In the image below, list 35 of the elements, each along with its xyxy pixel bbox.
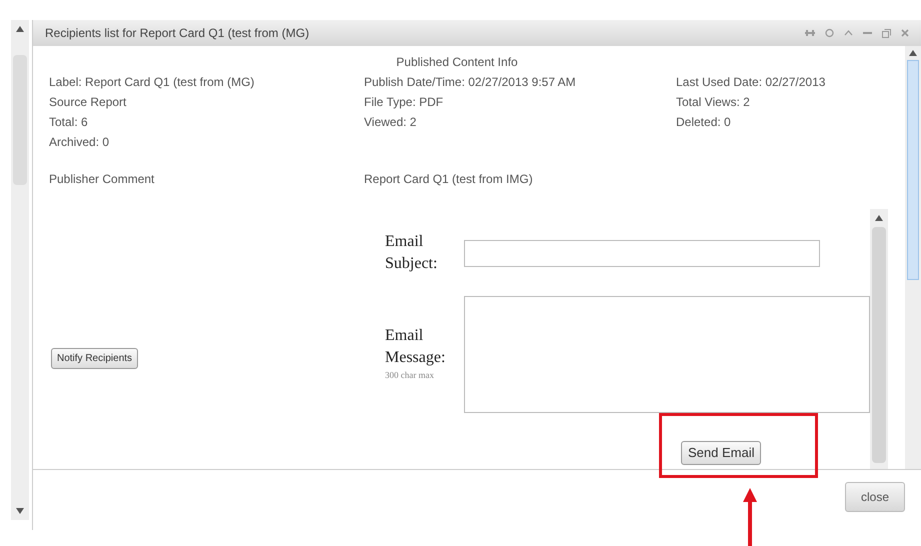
info-text: File Type: PDF (364, 94, 444, 111)
scrollbar-thumb[interactable] (872, 227, 886, 463)
outer-scrollbar[interactable] (905, 46, 921, 469)
collapse-icon[interactable] (844, 30, 853, 36)
info-text: Last Used Date: 02/27/2013 (676, 74, 826, 91)
pointer-arrow (742, 488, 758, 546)
field-label: Email Subject: (385, 232, 438, 274)
info-text: Archived: 0 (49, 134, 110, 151)
info-text: Publish Date/Time: 02/27/2013 9:57 AM (364, 74, 577, 91)
page-scrollbar[interactable] (11, 20, 29, 520)
field-label: Email Message: (385, 326, 446, 368)
subject-field[interactable] (464, 240, 820, 267)
scrollbar-thumb[interactable] (907, 60, 919, 280)
notify-recipients-button[interactable]: Notify Recipients (51, 348, 138, 369)
info-text: Deleted: 0 (676, 114, 732, 131)
info-text: Total: 6 (49, 114, 89, 131)
field-label: Publisher Comment (49, 171, 156, 188)
close-icon[interactable] (901, 29, 909, 37)
window-title: Recipients list for Report Card Q1 (test from (MG) (45, 25, 310, 42)
scroll-up-icon[interactable] (909, 50, 917, 56)
message-field[interactable] (464, 296, 870, 413)
info-text: Total Views: 2 (676, 94, 751, 111)
info-text: Viewed: 2 (364, 114, 418, 131)
restore-icon[interactable] (882, 28, 891, 38)
section-heading: Published Content Info (395, 54, 519, 71)
inner-scrollbar[interactable] (870, 209, 888, 469)
scroll-up-icon[interactable] (875, 215, 883, 221)
close-button[interactable]: close (845, 482, 905, 512)
scroll-down-icon[interactable] (16, 508, 24, 514)
send-email-button[interactable]: Send Email (681, 441, 762, 465)
hint-text: 300 char max (385, 369, 434, 381)
info-text: Label: Report Card Q1 (test from (MG) (49, 74, 256, 91)
scroll-up-icon[interactable] (16, 26, 24, 32)
field-value: Report Card Q1 (test from IMG) (364, 171, 533, 188)
info-text: Source Report (49, 94, 128, 111)
